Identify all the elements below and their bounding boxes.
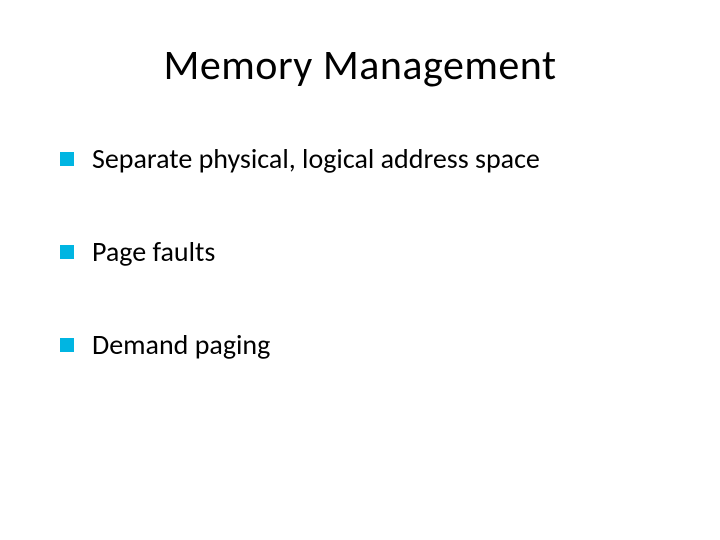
bullet-text: Demand paging [92, 327, 270, 362]
list-item: Demand paging [60, 327, 670, 362]
bullet-text: Page faults [92, 234, 215, 269]
list-item: Page faults [60, 234, 670, 269]
square-bullet-icon [60, 245, 74, 259]
slide-title: Memory Management [50, 40, 670, 91]
list-item: Separate physical, logical address space [60, 141, 670, 176]
square-bullet-icon [60, 152, 74, 166]
bullet-list: Separate physical, logical address space… [50, 141, 670, 362]
slide-container: Memory Management Separate physical, log… [0, 0, 720, 540]
square-bullet-icon [60, 338, 74, 352]
bullet-text: Separate physical, logical address space [92, 141, 540, 176]
